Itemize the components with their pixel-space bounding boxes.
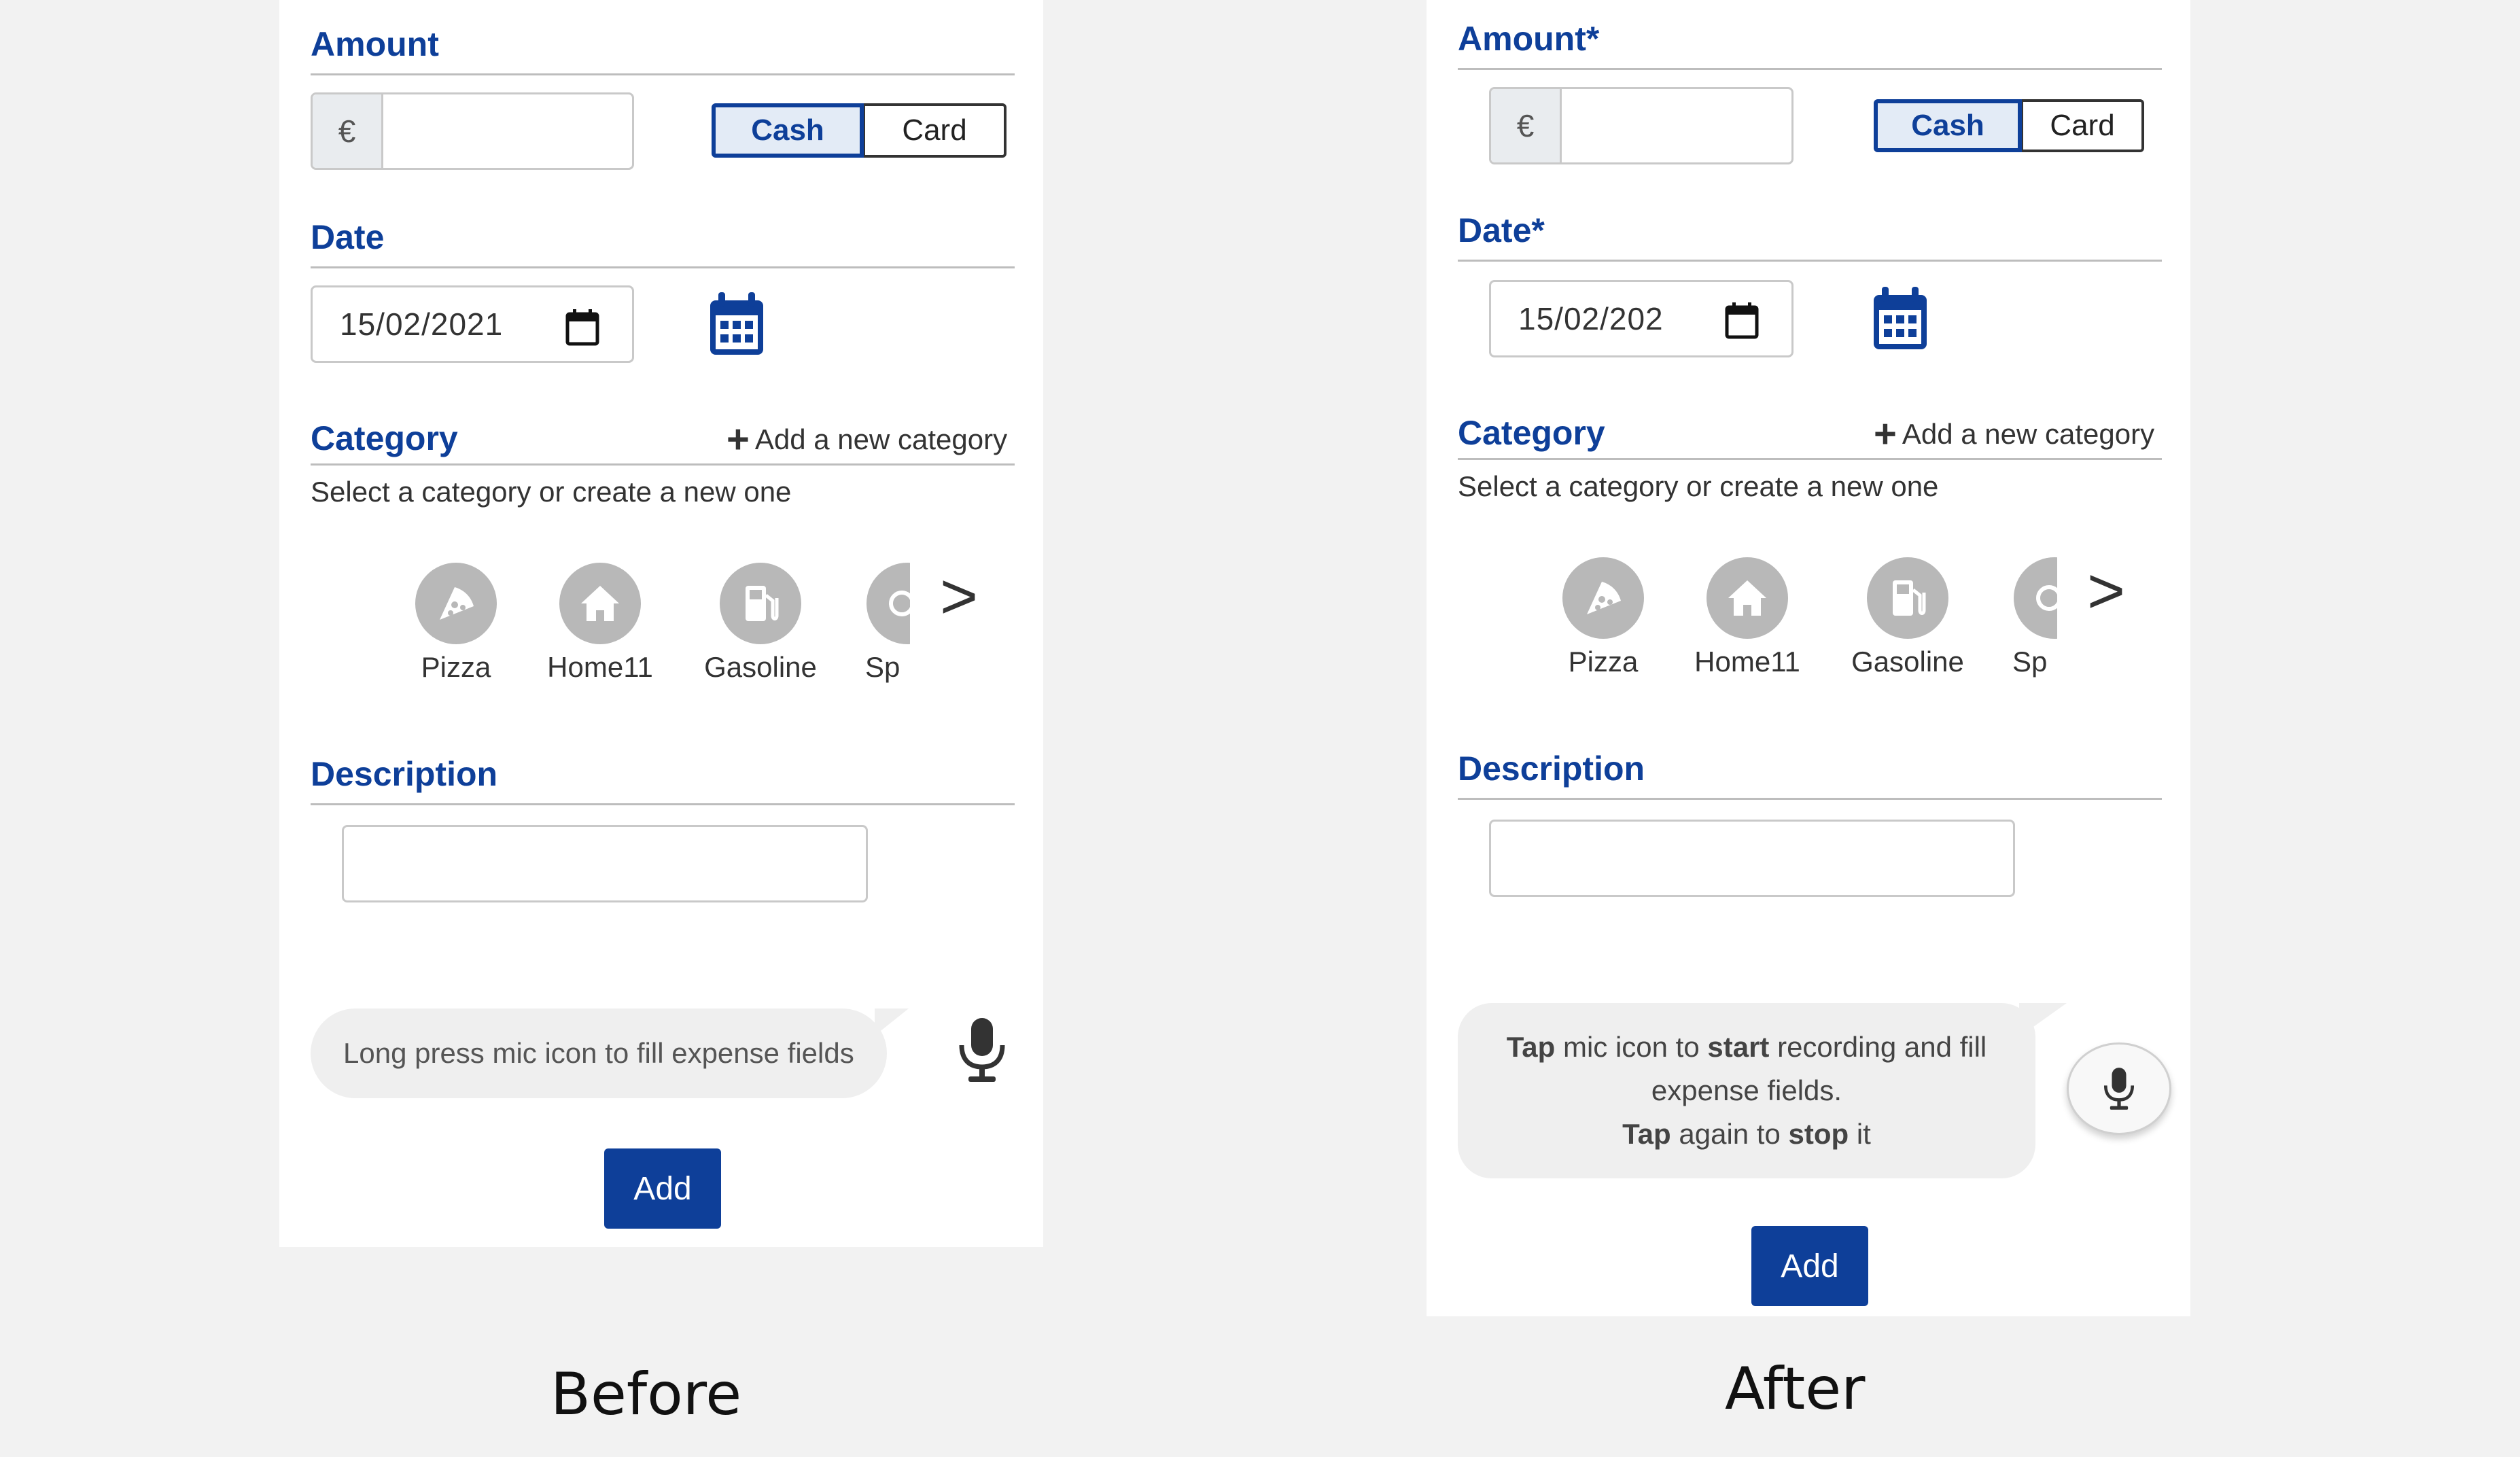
bubble-tail <box>2019 1003 2067 1037</box>
category-item-gasoline[interactable] <box>1867 557 1948 639</box>
description-title: Description <box>1458 750 1645 788</box>
voice-hint-line-3: Tap again to stop it <box>1622 1118 1871 1150</box>
date-input[interactable]: 15/02/2021 <box>311 285 634 363</box>
category-label-gasoline: Gasoline <box>704 651 817 683</box>
amount-field[interactable]: € <box>311 92 634 170</box>
sport-icon <box>2014 557 2057 639</box>
after-panel: Amount* € Cash Card Date* 15/02/202 Cate… <box>1427 0 2190 1316</box>
category-label-home: Home11 <box>547 651 653 683</box>
voice-hint-line-2: expense fields. <box>1651 1074 1842 1106</box>
voice-hint-bubble: Long press mic icon to fill expense fiel… <box>311 1008 887 1098</box>
card-option[interactable]: Card <box>864 103 1007 158</box>
mic-icon[interactable] <box>956 1015 1008 1085</box>
amount-title: Amount* <box>1458 20 1600 58</box>
calendar-small-icon[interactable] <box>565 308 599 346</box>
caption-after: After <box>1725 1355 1866 1423</box>
plus-icon: + <box>727 417 750 461</box>
date-title: Date* <box>1458 211 1545 249</box>
description-divider <box>311 803 1015 805</box>
currency-prefix: € <box>313 94 383 168</box>
category-item-sp[interactable] <box>2014 557 2057 639</box>
add-category-label: Add a new category <box>754 423 1008 455</box>
card-option[interactable]: Card <box>2022 99 2144 152</box>
category-item-pizza[interactable] <box>1562 557 1644 639</box>
before-panel: Amount € Cash Card Date 15/02/2021 Categ… <box>279 0 1043 1247</box>
category-item-sp[interactable] <box>867 563 910 644</box>
amount-title: Amount <box>311 25 439 63</box>
add-category-label: Add a new category <box>1902 418 2155 450</box>
gas-pump-icon <box>720 563 801 644</box>
category-item-home[interactable] <box>559 563 641 644</box>
pizza-icon <box>415 563 497 644</box>
date-input[interactable]: 15/02/202 <box>1489 280 1793 357</box>
currency-prefix: € <box>1491 89 1562 162</box>
calendar-small-icon[interactable] <box>1725 301 1759 339</box>
amount-divider <box>1458 68 2162 70</box>
description-title: Description <box>311 755 498 793</box>
add-category-link[interactable]: + Add a new category <box>727 420 1007 459</box>
voice-hint-bubble: Tap mic icon to start recording and fill… <box>1458 1003 2035 1178</box>
add-button[interactable]: Add <box>604 1148 721 1229</box>
date-value: 15/02/2021 <box>340 306 504 342</box>
home-icon <box>1707 557 1788 639</box>
mic-button[interactable] <box>2067 1042 2171 1135</box>
date-value: 15/02/202 <box>1518 301 1664 336</box>
voice-hint-text: Long press mic icon to fill expense fiel… <box>343 1037 854 1069</box>
description-input[interactable] <box>1489 820 2015 897</box>
category-item-pizza[interactable] <box>415 563 497 644</box>
description-input[interactable] <box>342 825 868 902</box>
cash-option[interactable]: Cash <box>712 103 864 158</box>
category-hint: Select a category or create a new one <box>311 476 792 508</box>
calendar-icon[interactable] <box>1871 285 1929 352</box>
amount-input[interactable] <box>1562 89 1791 162</box>
home-icon <box>559 563 641 644</box>
category-divider <box>311 463 1015 466</box>
calendar-icon[interactable] <box>707 291 766 357</box>
plus-icon: + <box>1874 412 1897 456</box>
sport-icon <box>867 563 910 644</box>
amount-divider <box>311 73 1015 75</box>
add-category-link[interactable]: + Add a new category <box>1874 415 2154 454</box>
date-divider <box>1458 260 2162 262</box>
payment-toggle: Cash Card <box>1874 99 2144 152</box>
category-divider <box>1458 458 2162 460</box>
category-label-sp: Sp <box>2012 646 2048 678</box>
category-label-gasoline: Gasoline <box>1851 646 1964 678</box>
chevron-right-icon[interactable]: > <box>940 564 978 629</box>
cash-option[interactable]: Cash <box>1874 99 2022 152</box>
amount-input[interactable] <box>383 94 632 168</box>
add-button[interactable]: Add <box>1751 1226 1868 1306</box>
date-divider <box>311 266 1015 268</box>
bubble-tail <box>875 1008 909 1036</box>
description-divider <box>1458 798 2162 800</box>
amount-field[interactable]: € <box>1489 87 1793 164</box>
category-item-home[interactable] <box>1707 557 1788 639</box>
caption-before: Before <box>550 1361 742 1428</box>
chevron-right-icon[interactable]: > <box>2087 559 2125 624</box>
category-title: Category <box>1458 414 1605 452</box>
mic-icon <box>2103 1068 2135 1110</box>
category-label-pizza: Pizza <box>1568 646 1639 678</box>
payment-toggle: Cash Card <box>712 103 1007 158</box>
date-title: Date <box>311 218 385 256</box>
category-title: Category <box>311 419 458 457</box>
gas-pump-icon <box>1867 557 1948 639</box>
pizza-icon <box>1562 557 1644 639</box>
category-label-pizza: Pizza <box>421 651 491 683</box>
category-label-home: Home11 <box>1694 646 1800 678</box>
category-item-gasoline[interactable] <box>720 563 801 644</box>
category-hint: Select a category or create a new one <box>1458 470 1939 502</box>
voice-hint-line-1: Tap mic icon to start recording and fill <box>1506 1031 1987 1063</box>
category-label-sp: Sp <box>865 651 900 683</box>
